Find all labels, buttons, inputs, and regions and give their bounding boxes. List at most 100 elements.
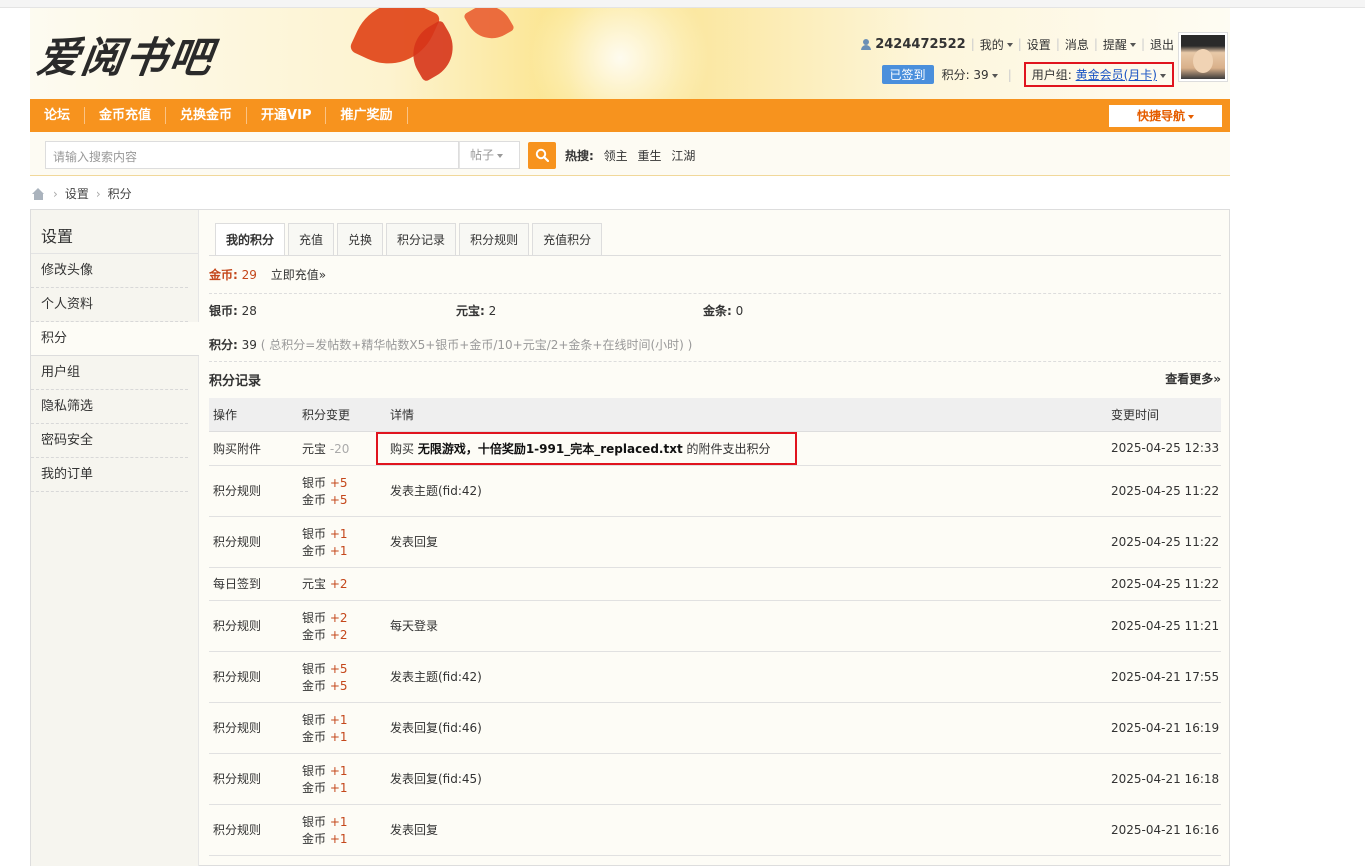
record-operation: 购买附件 <box>209 431 298 466</box>
total-credits-row: 积分: 39 ( 总积分=发帖数+精华帖数X5+银币+金币/10+元宝/2+金条… <box>209 330 1221 362</box>
change-line: 金币 +2 <box>302 626 386 643</box>
my-menu[interactable]: 我的 <box>980 36 1013 53</box>
chevron-down-icon <box>1188 114 1194 119</box>
record-change: 银币 +1 金币 +1 <box>298 753 386 805</box>
view-more-link[interactable]: 查看更多» <box>1165 370 1221 387</box>
change-amount: +1 <box>329 729 348 744</box>
record-operation: 积分规则 <box>209 651 298 703</box>
divider: | <box>1093 37 1098 51</box>
remind-menu[interactable]: 提醒 <box>1103 36 1136 53</box>
breadcrumb-credits[interactable]: 积分 <box>108 185 132 202</box>
settings-sidebar: 设置 修改头像 个人资料 积分 用户组 隐私筛选 密码安全 我的订单 <box>31 210 199 866</box>
record-time: 2025-04-25 12:33 <box>1107 431 1221 466</box>
quick-nav-button[interactable]: 快捷导航 <box>1109 105 1222 127</box>
change-currency: 元宝 <box>302 577 330 591</box>
change-line: 金币 +5 <box>302 491 386 508</box>
search-type-select[interactable]: 帖子 <box>459 141 520 169</box>
change-amount: +1 <box>329 526 348 541</box>
change-amount: +1 <box>329 712 348 727</box>
record-detail: 发表回复(fid:45) <box>386 753 1107 805</box>
sidebar-item-avatar[interactable]: 修改头像 <box>31 254 188 288</box>
nav-item-referral[interactable]: 推广奖励 <box>326 107 408 124</box>
gold-value: 29 <box>241 268 257 282</box>
change-line: 金币 +1 <box>302 779 386 796</box>
breadcrumb: › 设置 › 积分 <box>32 185 132 202</box>
tab-credit-rules[interactable]: 积分规则 <box>459 223 530 255</box>
hot-search-term[interactable]: 重生 <box>637 149 661 163</box>
nav-item-open-vip[interactable]: 开通VIP <box>247 107 327 124</box>
divider: | <box>970 37 975 51</box>
chevron-down-icon <box>497 153 504 158</box>
currency-row: 银币: 28 元宝: 2 金条: 0 <box>209 296 1221 326</box>
column-header-change: 积分变更 <box>298 398 386 432</box>
tab-recharge[interactable]: 充值 <box>288 223 335 255</box>
change-line: 银币 +5 <box>302 660 386 677</box>
record-detail: 发表回复(fid:46) <box>386 702 1107 754</box>
records-title: 积分记录 <box>209 374 262 389</box>
tab-exchange[interactable]: 兑换 <box>337 223 384 255</box>
home-icon[interactable] <box>32 187 45 200</box>
chevron-down-icon <box>1006 43 1013 47</box>
breadcrumb-settings[interactable]: 设置 <box>65 185 89 202</box>
change-line: 银币 +1 <box>302 711 386 728</box>
sidebar-item-orders[interactable]: 我的订单 <box>31 458 188 492</box>
nav-item-forum[interactable]: 论坛 <box>30 107 86 124</box>
record-operation: 积分规则 <box>209 600 298 652</box>
record-change: 元宝 -20 <box>298 431 386 466</box>
record-time: 2025-04-21 16:19 <box>1107 702 1221 754</box>
sidebar-title: 设置 <box>31 210 198 254</box>
sidebar-item-profile[interactable]: 个人资料 <box>31 288 188 322</box>
sidebar-item-credits[interactable]: 积分 <box>31 322 199 356</box>
nav-item-gold-recharge[interactable]: 金币充值 <box>85 107 167 124</box>
hot-search-term[interactable]: 领主 <box>604 149 628 163</box>
hot-search-term[interactable]: 江湖 <box>671 149 695 163</box>
search-button[interactable] <box>528 142 556 169</box>
signed-in-badge[interactable]: 已签到 <box>881 65 934 84</box>
logout-link[interactable]: 退出 <box>1150 36 1174 53</box>
tab-recharge-credits[interactable]: 充值积分 <box>532 223 603 255</box>
attachment-name[interactable]: 无限游戏，十倍奖励1-991_完本_replaced.txt <box>418 442 683 456</box>
record-time: 2025-04-25 11:21 <box>1107 600 1221 652</box>
record-time: 2025-04-25 11:22 <box>1107 465 1221 517</box>
table-row: 积分规则 银币 +1 金币 +1 发表回复(fid:45) 2025-04-21 16:… <box>209 753 1221 805</box>
messages-link[interactable]: 消息 <box>1065 36 1089 53</box>
change-currency: 银币 <box>302 610 330 625</box>
change-currency: 金币 <box>302 543 330 558</box>
change-line: 元宝 -20 <box>302 440 386 457</box>
change-currency: 银币 <box>302 814 330 829</box>
search-input[interactable]: 请输入搜索内容 <box>45 141 459 169</box>
points-menu[interactable]: 积分: 39 <box>942 66 998 83</box>
record-time: 2025-04-25 11:22 <box>1107 567 1221 601</box>
table-row: 积分规则 银币 +1 金币 +1 发表回复 2025-04-21 16:16 <box>209 804 1221 856</box>
username-link[interactable]: 2424472522 <box>875 37 965 52</box>
change-line: 金币 +1 <box>302 830 386 847</box>
record-time: 2025-04-21 16:16 <box>1107 804 1221 856</box>
quick-nav-label: 快捷导航 <box>1136 109 1185 123</box>
usergroup-highlight: 用户组: 黄金会员(月卡) <box>1023 62 1174 87</box>
silver-value: 28 <box>241 304 257 318</box>
change-currency: 金币 <box>302 627 330 642</box>
usergroup-link[interactable]: 黄金会员(月卡) <box>1076 68 1157 82</box>
silver-stat: 银币: 28 <box>209 296 257 326</box>
gold-row: 金币: 29 立即充值» <box>209 266 1221 294</box>
sidebar-item-usergroup[interactable]: 用户组 <box>31 356 188 390</box>
settings-link[interactable]: 设置 <box>1027 36 1051 53</box>
avatar[interactable] <box>1178 32 1228 82</box>
tab-my-credits[interactable]: 我的积分 <box>215 223 286 256</box>
recharge-now-link[interactable]: 立即充值» <box>271 268 326 282</box>
nav-item-exchange-gold[interactable]: 兑换金币 <box>166 107 248 124</box>
record-detail: 发表回复 <box>386 804 1107 856</box>
record-change: 银币 +5 金币 +5 <box>298 465 386 517</box>
maple-leaf-decoration <box>463 8 515 48</box>
change-currency: 金币 <box>302 831 330 846</box>
chevron-down-icon <box>991 73 998 78</box>
search-type-label: 帖子 <box>470 148 495 162</box>
change-currency: 金币 <box>302 729 330 744</box>
tab-credit-log[interactable]: 积分记录 <box>386 223 457 255</box>
sidebar-item-password[interactable]: 密码安全 <box>31 424 188 458</box>
sidebar-item-privacy[interactable]: 隐私筛选 <box>31 390 188 424</box>
credits-summary: 金币: 29 立即充值» 银币: 28 元宝: 2 金条: 0 积分: 39 (… <box>209 266 1221 362</box>
column-header-operation: 操作 <box>209 398 298 432</box>
table-header-row: 操作 积分变更 详情 变更时间 <box>209 398 1221 432</box>
site-logo[interactable]: 爱阅书吧 <box>34 24 219 85</box>
